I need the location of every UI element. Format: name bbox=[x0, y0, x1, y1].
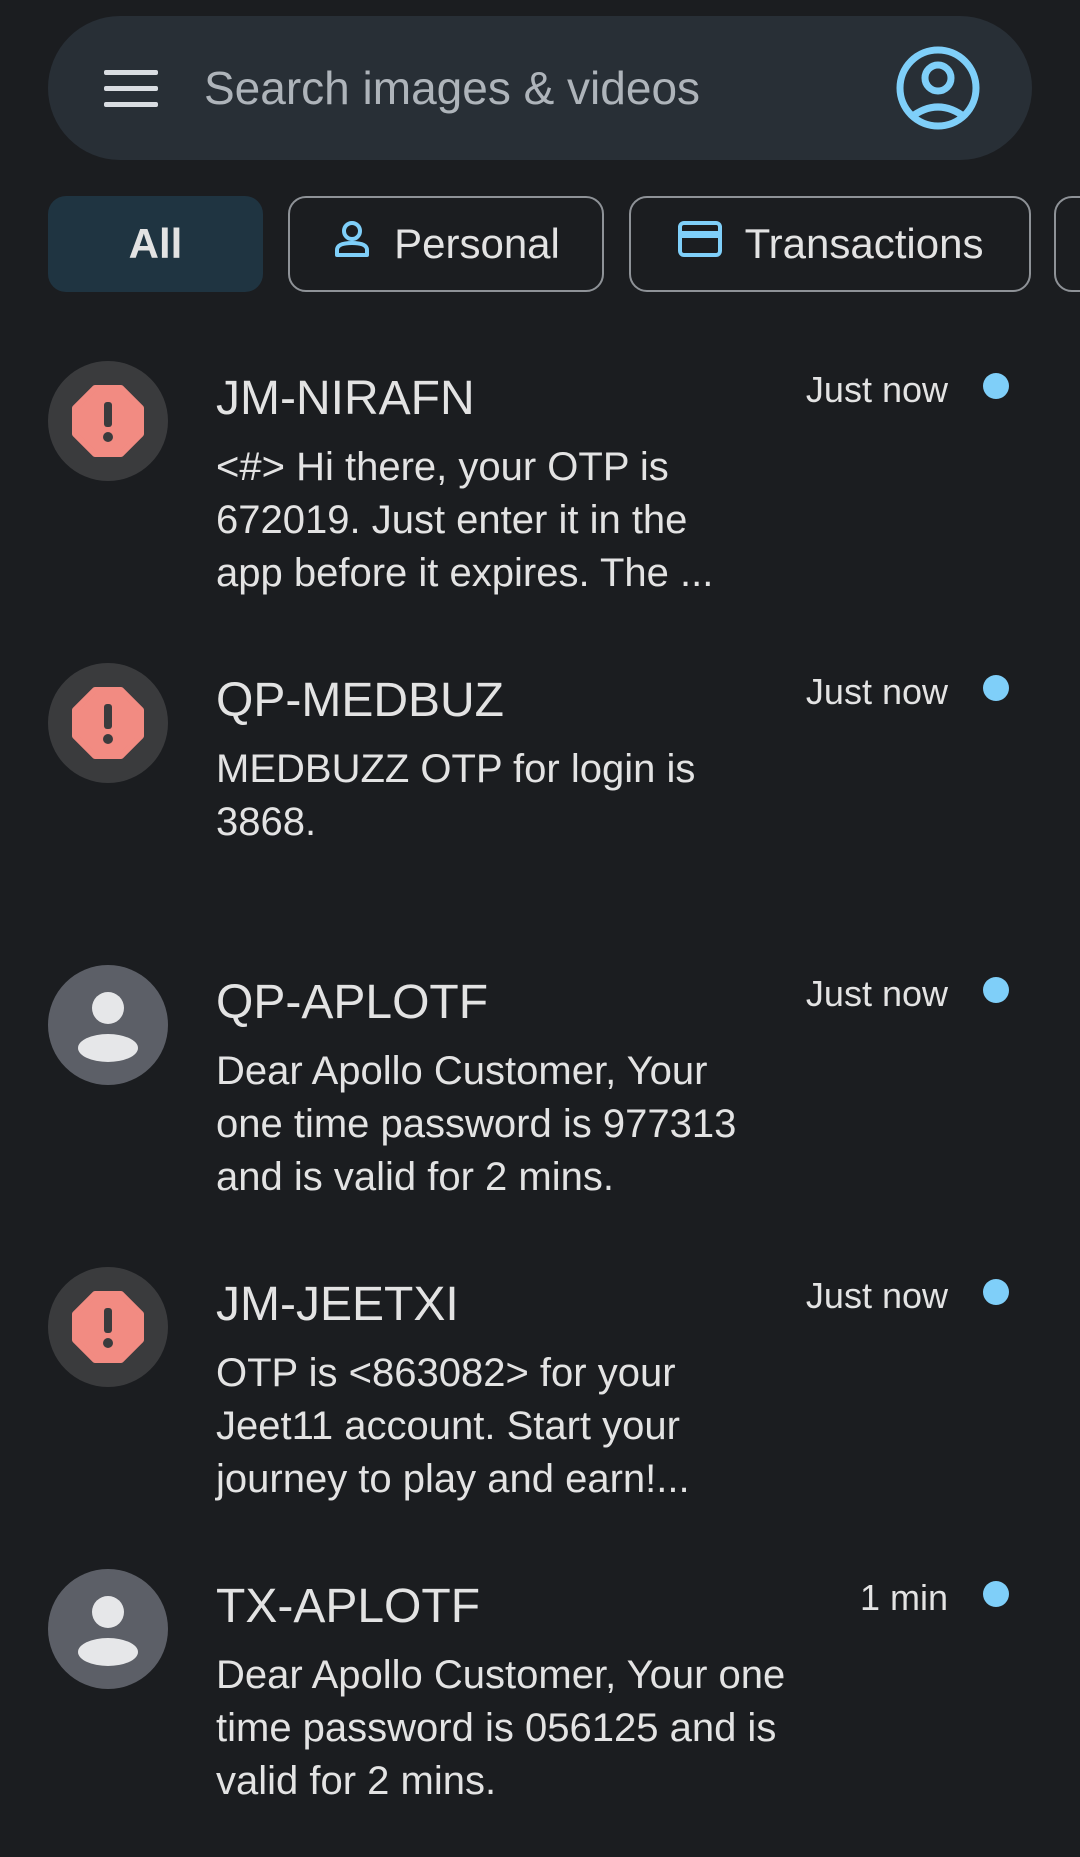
conversation-item[interactable]: JM-NIRAFN Just now <#> Hi there, your OT… bbox=[0, 361, 1080, 651]
timestamp: Just now bbox=[805, 1275, 948, 1316]
credit-card-icon bbox=[677, 219, 723, 269]
sender-name: QP-APLOTF bbox=[216, 976, 489, 1029]
conversation-item[interactable]: QP-APLOTF Just now Dear Apollo Customer,… bbox=[0, 965, 1080, 1255]
chip-transactions-label: Transactions bbox=[744, 220, 984, 267]
menu-icon[interactable] bbox=[104, 66, 160, 110]
conversation-item[interactable]: TX-APLOTF 1 min Dear Apollo Customer, Yo… bbox=[0, 1569, 1080, 1857]
snippet-line: app before it expires. The ... bbox=[216, 551, 714, 595]
unread-indicator bbox=[983, 977, 1009, 1003]
sender-name: JM-JEETXI bbox=[216, 1278, 459, 1331]
search-bar bbox=[48, 16, 1032, 160]
message-snippet: Dear Apollo Customer, Your one time pass… bbox=[216, 1649, 785, 1808]
alert-avatar bbox=[48, 663, 168, 783]
snippet-line: OTP is <863082> for your bbox=[216, 1351, 676, 1395]
snippet-line: Jeet11 account. Start your bbox=[216, 1404, 680, 1448]
unread-indicator bbox=[983, 373, 1009, 399]
snippet-line: <#> Hi there, your OTP is bbox=[216, 445, 669, 489]
snippet-line: journey to play and earn!... bbox=[216, 1457, 690, 1501]
snippet-line: one time password is 977313 bbox=[216, 1102, 737, 1146]
messages-screen: All Personal Transactions bbox=[0, 0, 1080, 1857]
sender-name: TX-APLOTF bbox=[216, 1580, 481, 1633]
chip-all-label: All bbox=[128, 220, 183, 267]
chip-personal[interactable]: Personal bbox=[288, 196, 604, 292]
alert-avatar bbox=[48, 361, 168, 481]
person-avatar bbox=[48, 1569, 168, 1689]
account-icon[interactable] bbox=[892, 42, 984, 134]
alert-octagon-icon bbox=[72, 687, 144, 759]
conversation-item[interactable]: JM-JEETXI Just now OTP is <863082> for y… bbox=[0, 1267, 1080, 1557]
timestamp: Just now bbox=[805, 973, 948, 1014]
conversation-item[interactable]: QP-MEDBUZ Just now MEDBUZZ OTP for login… bbox=[0, 663, 1080, 953]
unread-indicator bbox=[983, 675, 1009, 701]
snippet-line: time password is 056125 and is bbox=[216, 1706, 777, 1750]
sender-name: JM-NIRAFN bbox=[216, 372, 475, 425]
person-icon bbox=[78, 1596, 138, 1666]
snippet-line: Dear Apollo Customer, Your bbox=[216, 1049, 708, 1093]
person-icon bbox=[78, 992, 138, 1062]
chip-more-partial[interactable] bbox=[1054, 196, 1080, 292]
snippet-line: and is valid for 2 mins. bbox=[216, 1155, 614, 1199]
chip-all[interactable]: All bbox=[48, 196, 263, 292]
message-snippet: <#> Hi there, your OTP is 672019. Just e… bbox=[216, 441, 713, 600]
timestamp: Just now bbox=[805, 671, 948, 712]
person-outline-icon bbox=[332, 219, 372, 269]
timestamp: 1 min bbox=[859, 1577, 948, 1618]
alert-avatar bbox=[48, 1267, 168, 1387]
filter-chips: All Personal Transactions bbox=[48, 196, 1080, 292]
snippet-line: 672019. Just enter it in the bbox=[216, 498, 688, 542]
snippet-line: 3868. bbox=[216, 800, 317, 844]
timestamp: Just now bbox=[805, 369, 948, 410]
message-snippet: Dear Apollo Customer, Your one time pass… bbox=[216, 1045, 736, 1204]
snippet-line: Dear Apollo Customer, Your one bbox=[216, 1653, 786, 1697]
snippet-line: MEDBUZZ OTP for login is bbox=[216, 747, 696, 791]
message-snippet: MEDBUZZ OTP for login is 3868. bbox=[216, 743, 695, 849]
person-avatar bbox=[48, 965, 168, 1085]
chip-personal-label: Personal bbox=[394, 220, 560, 267]
alert-octagon-icon bbox=[72, 385, 144, 457]
chip-transactions[interactable]: Transactions bbox=[629, 196, 1031, 292]
alert-octagon-icon bbox=[72, 1291, 144, 1363]
message-snippet: OTP is <863082> for your Jeet11 account.… bbox=[216, 1347, 690, 1506]
search-input[interactable] bbox=[204, 52, 764, 124]
unread-indicator bbox=[983, 1581, 1009, 1607]
unread-indicator bbox=[983, 1279, 1009, 1305]
snippet-line: valid for 2 mins. bbox=[216, 1759, 497, 1803]
sender-name: QP-MEDBUZ bbox=[216, 674, 504, 727]
